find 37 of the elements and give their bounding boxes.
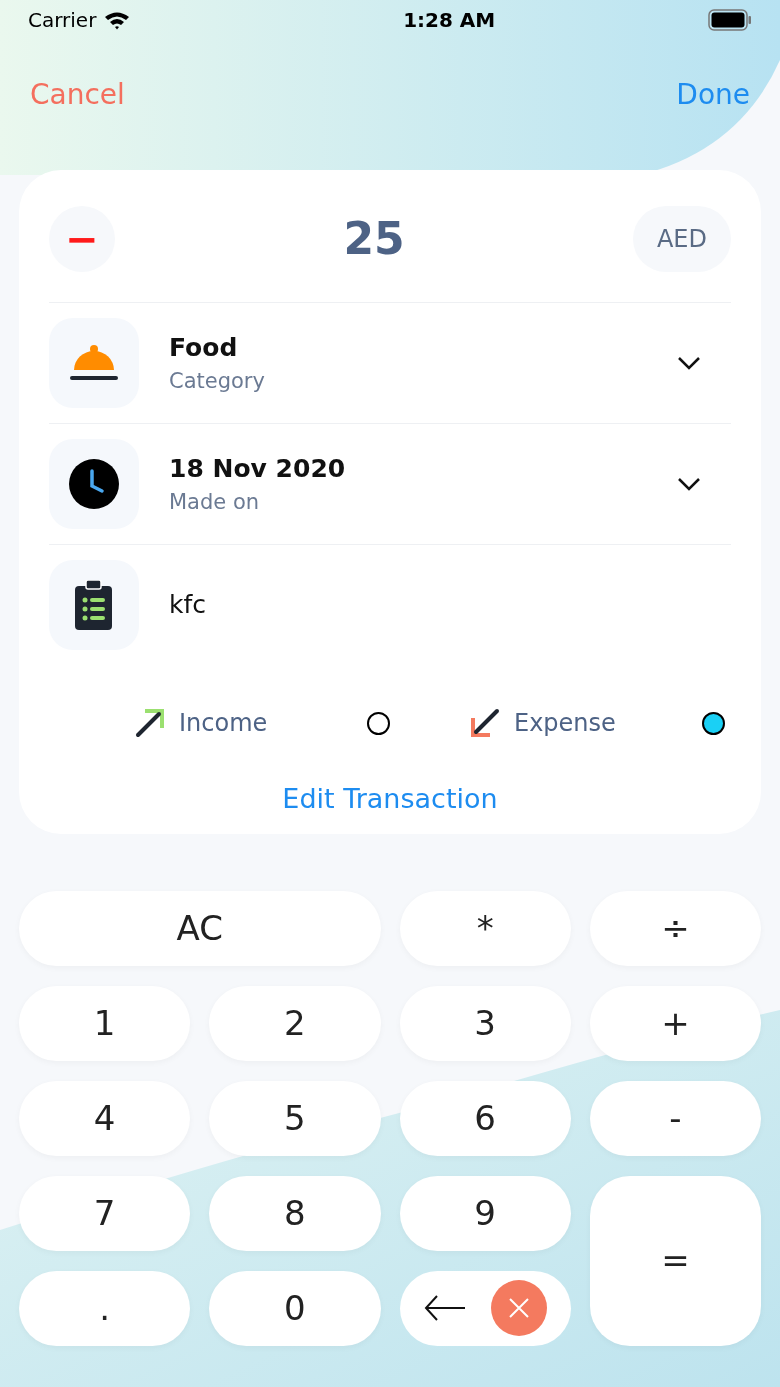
keypad-key[interactable]: +	[589, 985, 761, 1061]
arrow-left-icon	[423, 1294, 468, 1322]
chevron-down-icon[interactable]	[677, 477, 701, 491]
field-title: 18 Nov 2020	[169, 452, 347, 485]
keypad-key[interactable]: 1	[19, 985, 191, 1061]
radio-button[interactable]	[702, 711, 725, 735]
arrow-down-left-icon	[470, 708, 500, 738]
keypad-key[interactable]: 6	[399, 1080, 571, 1156]
status-time: 1:28 AM	[403, 7, 496, 34]
radio-button[interactable]	[367, 711, 390, 735]
keypad-key[interactable]: 4	[19, 1080, 191, 1156]
food-cloche-icon	[69, 343, 119, 383]
wifi-icon	[104, 10, 131, 30]
clear-key[interactable]: AC	[19, 890, 381, 966]
type-label: Expense	[514, 708, 616, 739]
keypad-key[interactable]: 3	[399, 985, 571, 1061]
field-label: Category	[169, 368, 266, 395]
chevron-down-icon[interactable]	[677, 356, 701, 370]
field-title: kfc	[169, 589, 208, 622]
keypad-key[interactable]: ÷	[589, 890, 761, 966]
keypad-key[interactable]: 2	[209, 985, 381, 1061]
keypad-key[interactable]: *	[399, 890, 571, 966]
close-icon[interactable]	[490, 1280, 547, 1336]
arrow-up-right-icon	[135, 708, 165, 738]
battery-icon	[708, 9, 752, 31]
field-title: Food	[169, 331, 239, 364]
keypad-key[interactable]: 7	[19, 1175, 191, 1251]
amount-value: 25	[343, 212, 405, 266]
equals-key[interactable]: =	[589, 1175, 761, 1346]
keypad-key[interactable]: 5	[209, 1080, 381, 1156]
type-label: Income	[179, 708, 268, 739]
currency-button[interactable]: AED	[633, 206, 731, 272]
sign-toggle-button[interactable]: −	[49, 206, 115, 272]
clock-icon	[69, 459, 119, 509]
carrier-label: Carrier	[28, 7, 97, 34]
clipboard-icon	[75, 580, 113, 630]
field-label: Made on	[169, 489, 261, 516]
